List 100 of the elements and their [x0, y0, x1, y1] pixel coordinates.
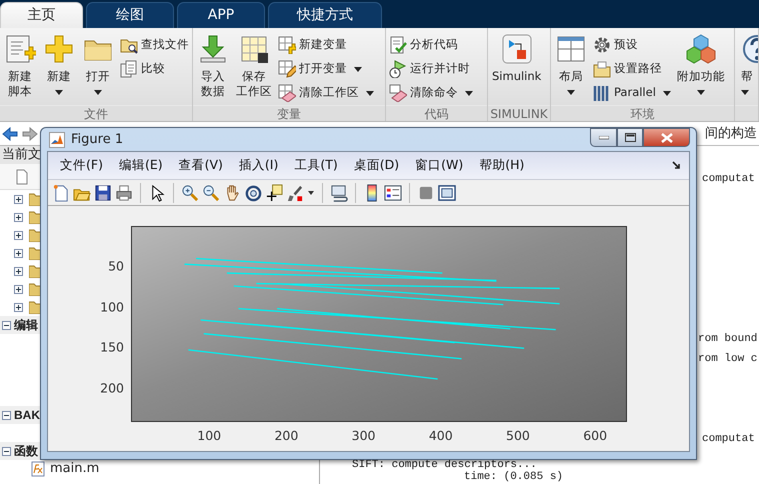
- expand-icon[interactable]: [14, 194, 23, 204]
- grid-pencil-icon: [278, 60, 296, 78]
- section-label: 函数: [14, 443, 38, 460]
- ribbon-button[interactable]: 导入 数据: [195, 33, 231, 105]
- axis-tick-label: 400: [428, 427, 453, 445]
- axis-tick-label: 300: [352, 427, 376, 445]
- console-text: rom low c: [698, 354, 758, 365]
- compare-icon: [120, 60, 138, 78]
- ribbon-tab[interactable]: 主页: [0, 2, 83, 28]
- ribbon-button[interactable]: 新建: [41, 33, 77, 105]
- maximize-icon: [624, 133, 636, 142]
- dock-arrow-icon[interactable]: [672, 161, 681, 170]
- ribbon-button[interactable]: 新建 脚本: [2, 33, 38, 105]
- ribbon-tab[interactable]: 绘图: [86, 2, 174, 28]
- ribbon-button[interactable]: 分析代码: [388, 34, 474, 56]
- ribbon-tab[interactable]: 快捷方式: [268, 2, 382, 28]
- group-label: SIMULINK: [488, 105, 550, 121]
- grid-plus-icon: [278, 36, 296, 54]
- ribbon-button[interactable]: Simulink: [490, 33, 544, 105]
- ribbon-button[interactable]: 设置路径: [592, 58, 672, 80]
- ribbon-button[interactable]: 清除命令: [388, 82, 474, 104]
- zoom-out-icon[interactable]: [202, 184, 220, 202]
- file-name[interactable]: main.m: [50, 459, 100, 479]
- ribbon-button[interactable]: 运行并计时: [388, 58, 474, 80]
- expand-icon[interactable]: [14, 248, 23, 258]
- checklist-icon: [389, 36, 407, 54]
- menu-item[interactable]: 窗口(W): [407, 156, 472, 175]
- expand-icon[interactable]: [14, 230, 23, 240]
- group-label: 代码: [386, 105, 487, 121]
- group-footer: [735, 105, 758, 121]
- ribbon-button[interactable]: 帮: [737, 33, 758, 105]
- link-icon[interactable]: [330, 184, 348, 202]
- group-label: 文件: [0, 105, 192, 121]
- collapse-icon[interactable]: [2, 446, 11, 456]
- axis-tick-label: 100: [197, 427, 222, 445]
- axis-tick-label: 200: [274, 427, 298, 445]
- cubes-icon: [684, 33, 717, 65]
- forward-arrow-icon[interactable]: [22, 126, 38, 140]
- close-button[interactable]: [643, 128, 690, 147]
- ribbon-button[interactable]: 比较: [119, 58, 190, 80]
- function-file-icon: [30, 461, 46, 477]
- maximize-button[interactable]: [617, 128, 643, 147]
- ribbon-button[interactable]: 保存 工作区: [234, 33, 274, 105]
- ribbon-button[interactable]: 布局: [553, 33, 589, 105]
- ribbon-button[interactable]: Parallel: [592, 82, 672, 104]
- bars-icon: [593, 84, 611, 102]
- group-label: 环境: [551, 105, 734, 121]
- console-text: SIFT: compute descriptors...: [352, 460, 537, 471]
- menu-item[interactable]: 帮助(H): [471, 156, 532, 175]
- grid-eraser-icon: [278, 84, 296, 102]
- expand-icon[interactable]: [14, 266, 23, 276]
- minimize-button[interactable]: [590, 128, 617, 147]
- menu-item[interactable]: 桌面(D): [346, 156, 408, 175]
- ribbon-button[interactable]: 新建变量: [277, 34, 375, 56]
- folder-icon: [593, 60, 611, 78]
- legend-icon[interactable]: [384, 184, 402, 202]
- data-cursor-icon[interactable]: [265, 184, 283, 202]
- ribbon-tab[interactable]: APP: [177, 2, 265, 28]
- eraser-icon: [389, 84, 407, 102]
- expand-icon[interactable]: [14, 302, 23, 312]
- script-icon: [4, 33, 36, 65]
- ribbon-button[interactable]: 预设: [592, 34, 672, 56]
- console-text: computat: [702, 434, 755, 445]
- ribbon-button[interactable]: 清除工作区: [277, 82, 375, 104]
- console-text: rom bound: [698, 334, 758, 345]
- new-file-icon[interactable]: [52, 184, 70, 202]
- collapse-icon[interactable]: [2, 410, 11, 420]
- rotate-icon[interactable]: [244, 184, 262, 202]
- axis-tick-label: 100: [100, 298, 124, 316]
- ribbon-button[interactable]: 打开: [80, 33, 116, 105]
- printer-icon[interactable]: [115, 184, 133, 202]
- console-text: time: (0.085 s): [464, 472, 564, 483]
- axis-tick-label: 150: [100, 338, 124, 357]
- window-title: Figure 1: [71, 130, 124, 149]
- zoom-in-icon[interactable]: [181, 184, 199, 202]
- group-label: 变量: [193, 105, 385, 121]
- section-label: 编辑: [14, 317, 38, 334]
- expand-icon[interactable]: [14, 284, 23, 294]
- expand-icon[interactable]: [14, 212, 23, 222]
- section-label: BAK: [14, 407, 40, 424]
- stopwatch-icon: [389, 60, 407, 78]
- minimize-icon: [598, 136, 608, 140]
- axis-tick-label: 200: [100, 379, 124, 398]
- ribbon-button[interactable]: 查找文件: [119, 34, 190, 56]
- console-text: computat: [702, 174, 755, 185]
- axis-tick-label: 50: [108, 258, 124, 276]
- axis-tick-label: 500: [506, 427, 530, 445]
- gear-icon: [593, 36, 611, 54]
- path-text: 间的构造: [705, 124, 758, 143]
- plot-window-icon[interactable]: [438, 184, 456, 202]
- close-icon: [660, 132, 672, 142]
- brush-icon[interactable]: [286, 184, 304, 202]
- back-arrow-icon[interactable]: [2, 126, 18, 140]
- collapse-icon[interactable]: [2, 320, 11, 330]
- app-logo-icon: [49, 132, 65, 148]
- ribbon-button[interactable]: 打开变量: [277, 58, 375, 80]
- axis-tick-label: 600: [583, 427, 608, 445]
- ribbon-button[interactable]: 附加功能: [674, 33, 727, 105]
- plus-icon: [43, 33, 75, 65]
- file-icon: [16, 168, 28, 184]
